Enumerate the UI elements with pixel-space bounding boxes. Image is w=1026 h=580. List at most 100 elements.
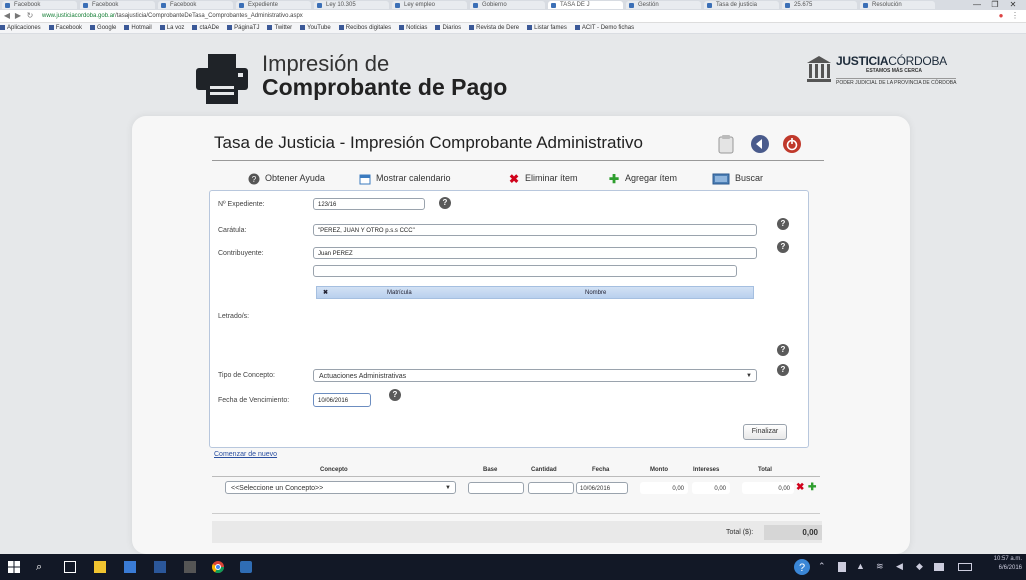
justice-building-logo-icon: [807, 56, 831, 82]
clipboard-icon[interactable]: [716, 134, 736, 154]
total-label: Total ($):: [726, 529, 754, 536]
app-icon[interactable]: [184, 561, 196, 573]
store-icon[interactable]: [124, 561, 136, 573]
minimize-button[interactable]: —: [968, 0, 986, 10]
letrados-help-icon[interactable]: ?: [777, 344, 789, 356]
bookmark-item[interactable]: Twitter: [267, 23, 292, 33]
tab-label: Ley 10.305: [326, 2, 356, 8]
delete-item-button[interactable]: ✖ Eliminar ítem: [508, 171, 578, 185]
close-window-button[interactable]: ✕: [1004, 0, 1022, 10]
grid-remove-icon[interactable]: ✖: [323, 287, 328, 300]
bookmark-item[interactable]: ctaADe: [192, 23, 219, 33]
browser-tab[interactable]: Gobierno: [470, 1, 545, 9]
search-button[interactable]: Buscar: [712, 171, 763, 185]
bookmark-item[interactable]: Noticias: [399, 23, 427, 33]
browser-tab[interactable]: Expediente: [236, 1, 311, 9]
chrome-icon[interactable]: [212, 561, 224, 573]
browser-tab[interactable]: Facebook: [2, 1, 77, 9]
tab-label: Facebook: [170, 2, 197, 8]
language-icon[interactable]: ◆: [916, 561, 928, 573]
browser-tab[interactable]: Ley empleo: [392, 1, 467, 9]
bookmark-item[interactable]: YouTube: [300, 23, 331, 33]
back-arrow-icon[interactable]: [750, 134, 770, 154]
add-item-button[interactable]: ✚ Agregar ítem: [608, 171, 677, 185]
show-calendar-button[interactable]: Mostrar calendario: [359, 171, 451, 185]
reload-icon[interactable]: ↻: [25, 10, 35, 22]
url-field[interactable]: www.justiciacordoba.gob.ar/tasajusticia/…: [42, 11, 942, 21]
search-taskbar-icon[interactable]: ⌕: [36, 561, 48, 573]
tab-label: Tasa de justicia: [716, 2, 758, 8]
keyboard-icon[interactable]: [958, 563, 972, 571]
tipo-concepto-help-icon[interactable]: ?: [777, 364, 789, 376]
wifi-icon[interactable]: ≋: [876, 561, 888, 573]
add-row-icon[interactable]: ✚: [808, 482, 816, 493]
expediente-label: Nº Expediente:: [218, 201, 265, 208]
notification-icon[interactable]: [934, 563, 944, 571]
help-tray-icon[interactable]: ?: [794, 559, 810, 575]
clock[interactable]: 10:57 a.m. 6/6/2016: [994, 555, 1022, 573]
browser-tab[interactable]: Resolución: [860, 1, 935, 9]
monto-value: 0,00: [640, 482, 688, 494]
browser-tab[interactable]: Facebook: [80, 1, 155, 9]
forward-icon[interactable]: ▶: [13, 10, 23, 22]
bookmark-item[interactable]: Aplicaciones: [0, 23, 41, 33]
fecha-help-icon[interactable]: ?: [389, 389, 401, 401]
taskbar-app-icon[interactable]: [240, 561, 252, 573]
contribuyente-extra-input[interactable]: [313, 265, 737, 277]
browser-tab[interactable]: 25.675: [782, 1, 857, 9]
back-icon[interactable]: ◀: [2, 10, 12, 22]
browser-tab[interactable]: TASA DE J: [548, 1, 623, 9]
expediente-input[interactable]: 123/16: [313, 198, 425, 210]
cantidad-input[interactable]: [528, 482, 574, 494]
bookmark-item[interactable]: Diarios: [435, 23, 461, 33]
grid-col-nombre: Nombre: [585, 290, 607, 296]
bookmark-item[interactable]: Revista de Dere: [469, 23, 519, 33]
tab-label: Gobierno: [482, 2, 507, 8]
volume-icon[interactable]: ◀: [896, 561, 908, 573]
caratula-help-icon[interactable]: ?: [777, 218, 789, 230]
bookmark-item[interactable]: Hotmail: [124, 23, 152, 33]
bookmark-label: Facebook: [55, 25, 83, 31]
browser-tab[interactable]: Gestión: [626, 1, 701, 9]
bookmark-item[interactable]: Google: [90, 23, 116, 33]
fecha-item-input[interactable]: 10/06/2016: [576, 482, 628, 494]
help-button[interactable]: ? Obtener Ayuda: [248, 171, 325, 185]
extension-icon[interactable]: ●: [996, 10, 1006, 22]
bookmark-label: Hotmail: [131, 25, 152, 31]
word-icon[interactable]: [154, 561, 166, 573]
search-icon: [712, 173, 730, 185]
comenzar-de-nuevo-link[interactable]: Comenzar de nuevo: [214, 451, 277, 458]
delete-row-icon[interactable]: ✖: [796, 482, 804, 493]
contribuyente-help-icon[interactable]: ?: [777, 241, 789, 253]
finalizar-button[interactable]: Finalizar: [743, 424, 787, 440]
bookmark-item[interactable]: Listar fames: [527, 23, 567, 33]
power-exit-icon[interactable]: [782, 134, 802, 154]
tipo-concepto-select[interactable]: Actuaciones Administrativas ▼: [313, 369, 757, 382]
task-view-icon[interactable]: [64, 561, 76, 573]
bookmark-item[interactable]: Facebook: [48, 23, 83, 33]
concepto-select[interactable]: <<Seleccione un Concepto>> ▼: [225, 481, 456, 494]
browser-tab[interactable]: Facebook: [158, 1, 233, 9]
bookmark-item[interactable]: La voz: [159, 23, 184, 33]
bookmark-item[interactable]: PáginaTJ: [227, 23, 259, 33]
caratula-input[interactable]: "PEREZ, JUAN Y OTRO p.s.s CCC": [313, 224, 757, 236]
expediente-help-icon[interactable]: ?: [439, 197, 451, 209]
fecha-vencimiento-input[interactable]: 10/06/2016: [313, 393, 371, 407]
bookmark-label: Listar fames: [534, 25, 567, 31]
menu-icon[interactable]: ⋮: [1010, 10, 1020, 22]
bookmark-item[interactable]: Recibos digitales: [338, 23, 391, 33]
items-divider: [212, 476, 820, 477]
browser-tab[interactable]: Tasa de justicia: [704, 1, 779, 9]
browser-tab[interactable]: Ley 10.305: [314, 1, 389, 9]
bookmark-icon: [227, 24, 233, 30]
bookmark-item[interactable]: ACIT - Demo fichas: [574, 23, 634, 33]
network-icon[interactable]: ▲: [856, 561, 868, 573]
chevron-up-icon[interactable]: ⌃: [818, 561, 830, 573]
file-explorer-icon[interactable]: [94, 561, 106, 573]
base-input[interactable]: [468, 482, 524, 494]
tab-favicon-icon: [317, 3, 322, 8]
bookmark-label: ctaADe: [199, 25, 220, 31]
contribuyente-input[interactable]: Juan PEREZ: [313, 247, 757, 259]
windows-start-icon[interactable]: [8, 561, 20, 573]
maximize-button[interactable]: ❐: [986, 0, 1004, 10]
